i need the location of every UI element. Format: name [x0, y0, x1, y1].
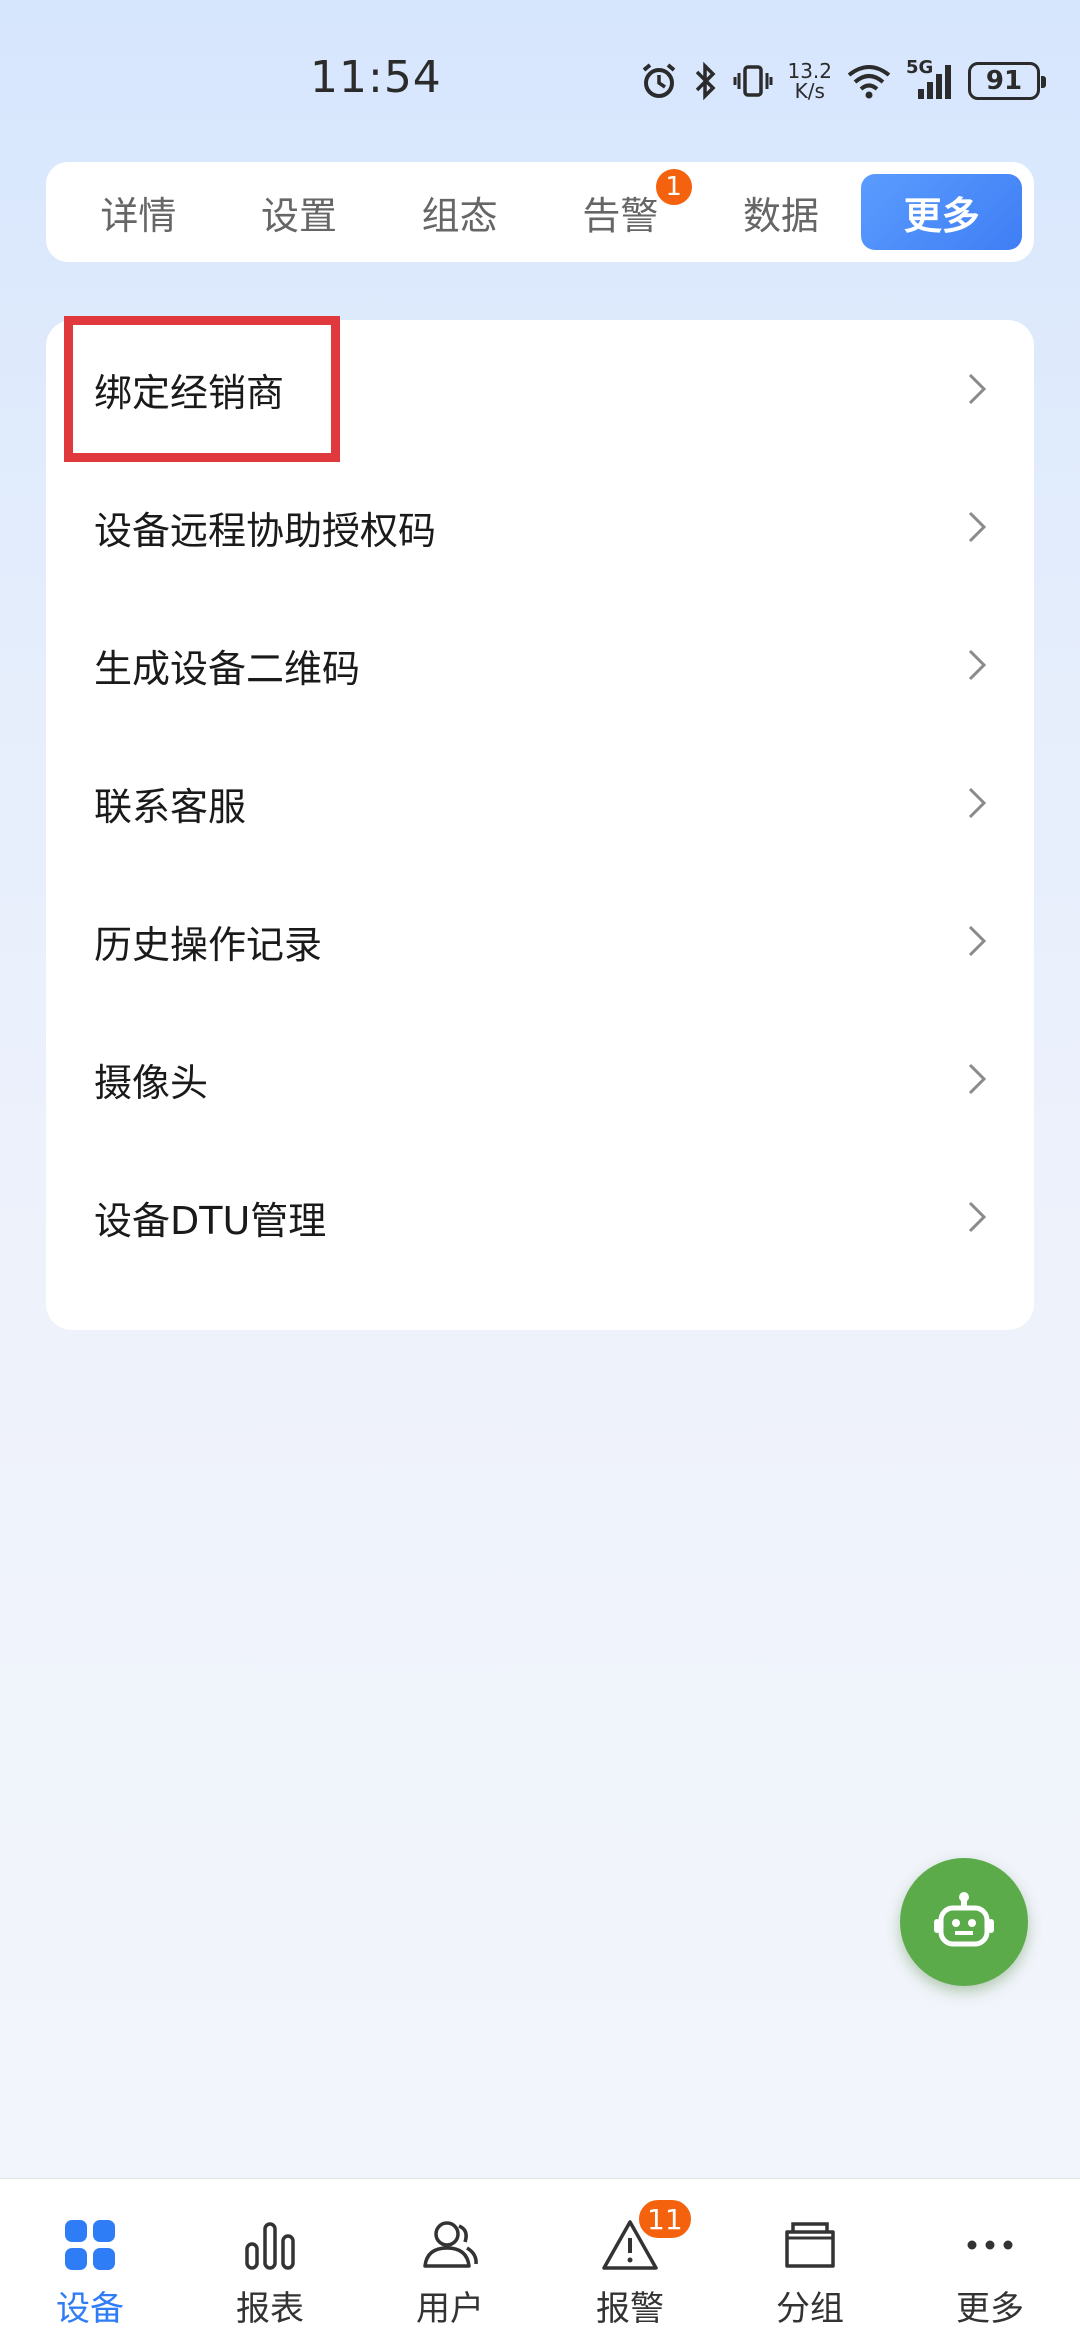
more-icon [967, 2240, 1013, 2250]
menu-item-remote-assist-code[interactable]: 设备远程协助授权码 [46, 458, 1034, 596]
chevron-right-icon [968, 925, 987, 957]
menu-item-label: 设备DTU管理 [94, 1198, 327, 1243]
net-speed-unit: K/s [794, 79, 825, 103]
menu-item-camera[interactable]: 摄像头 [46, 1010, 1034, 1148]
battery-indicator: 91 [968, 62, 1046, 100]
nav-reports[interactable]: 报表 [180, 2179, 360, 2340]
nav-label: 用户 [416, 2289, 484, 2329]
menu-item-label: 生成设备二维码 [94, 646, 361, 691]
menu-item-label: 历史操作记录 [94, 922, 323, 967]
tab-details[interactable]: 详情 [58, 174, 219, 250]
tab-label: 详情 [100, 193, 177, 238]
tab-more[interactable]: 更多 [861, 174, 1023, 250]
net-speed-value: 13.2 [787, 59, 832, 83]
tab-configuration[interactable]: 组态 [379, 174, 540, 250]
menu-item-generate-qrcode[interactable]: 生成设备二维码 [46, 596, 1034, 734]
chevron-right-icon [968, 1201, 987, 1233]
network-speed: 13.2 K/s [787, 61, 832, 101]
highlight-box [64, 316, 340, 462]
status-bar: 11:54 13.2 K/s 5G 91 [0, 0, 1080, 160]
alarm-icon [643, 63, 676, 98]
tab-label: 设置 [261, 193, 338, 238]
wifi-icon [847, 65, 891, 99]
assistant-bot-button[interactable] [900, 1858, 1028, 1986]
users-icon [423, 2221, 478, 2268]
menu-item-operation-history[interactable]: 历史操作记录 [46, 872, 1034, 1010]
tab-label: 更多 [903, 193, 980, 238]
nav-more[interactable]: 更多 [900, 2179, 1080, 2340]
tab-alerts[interactable]: 告警 1 [540, 166, 701, 250]
menu-item-dtu-management[interactable]: 设备DTU管理 [46, 1148, 1034, 1286]
nav-label: 报警 [596, 2289, 664, 2329]
grid-icon [65, 2220, 115, 2270]
menu-item-label: 摄像头 [94, 1060, 209, 1105]
nav-devices[interactable]: 设备 [0, 2179, 180, 2340]
nav-alarms[interactable]: 11 报警 [540, 2179, 720, 2340]
menu-item-label: 联系客服 [94, 784, 247, 829]
bluetooth-icon [696, 61, 716, 101]
tab-data[interactable]: 数据 [701, 174, 862, 250]
tab-settings[interactable]: 设置 [219, 174, 380, 250]
tab-label: 数据 [743, 193, 820, 238]
nav-label: 更多 [956, 2289, 1024, 2329]
chevron-right-icon [968, 373, 987, 405]
bar-chart-icon [245, 2222, 295, 2270]
nav-label: 分组 [776, 2289, 844, 2329]
nav-users[interactable]: 用户 [360, 2179, 540, 2340]
alarms-badge: 11 [636, 2197, 694, 2241]
alerts-badge: 1 [652, 166, 695, 208]
chevron-right-icon [968, 787, 987, 819]
status-icons: 13.2 K/s 5G 91 [639, 56, 1046, 106]
chevron-right-icon [968, 511, 987, 543]
status-time: 11:54 [310, 52, 442, 103]
more-menu-card: 绑定经销商 设备远程协助授权码 生成设备二维码 联系客服 历史操作记录 摄像头 … [46, 320, 1034, 1330]
menu-item-contact-support[interactable]: 联系客服 [46, 734, 1034, 872]
chevron-right-icon [968, 1063, 987, 1095]
signal-icon [918, 65, 951, 99]
tab-label: 告警 [582, 193, 659, 238]
battery-level: 91 [985, 66, 1023, 96]
nav-label: 报表 [236, 2289, 304, 2329]
robot-icon [934, 1892, 994, 1947]
chevron-right-icon [968, 649, 987, 681]
cellular-signal: 5G [906, 57, 954, 101]
nav-groups[interactable]: 分组 [720, 2179, 900, 2340]
folder-icon [785, 2222, 835, 2268]
tab-bar: 详情 设置 组态 告警 1 数据 更多 [46, 162, 1034, 262]
vibrate-icon [733, 65, 773, 97]
menu-item-label: 设备远程协助授权码 [94, 508, 437, 553]
nav-label: 设备 [56, 2289, 124, 2329]
bottom-navigation: 设备 报表 用户 11 报警 分组 更多 [0, 2178, 1080, 2340]
tab-label: 组态 [421, 193, 498, 238]
